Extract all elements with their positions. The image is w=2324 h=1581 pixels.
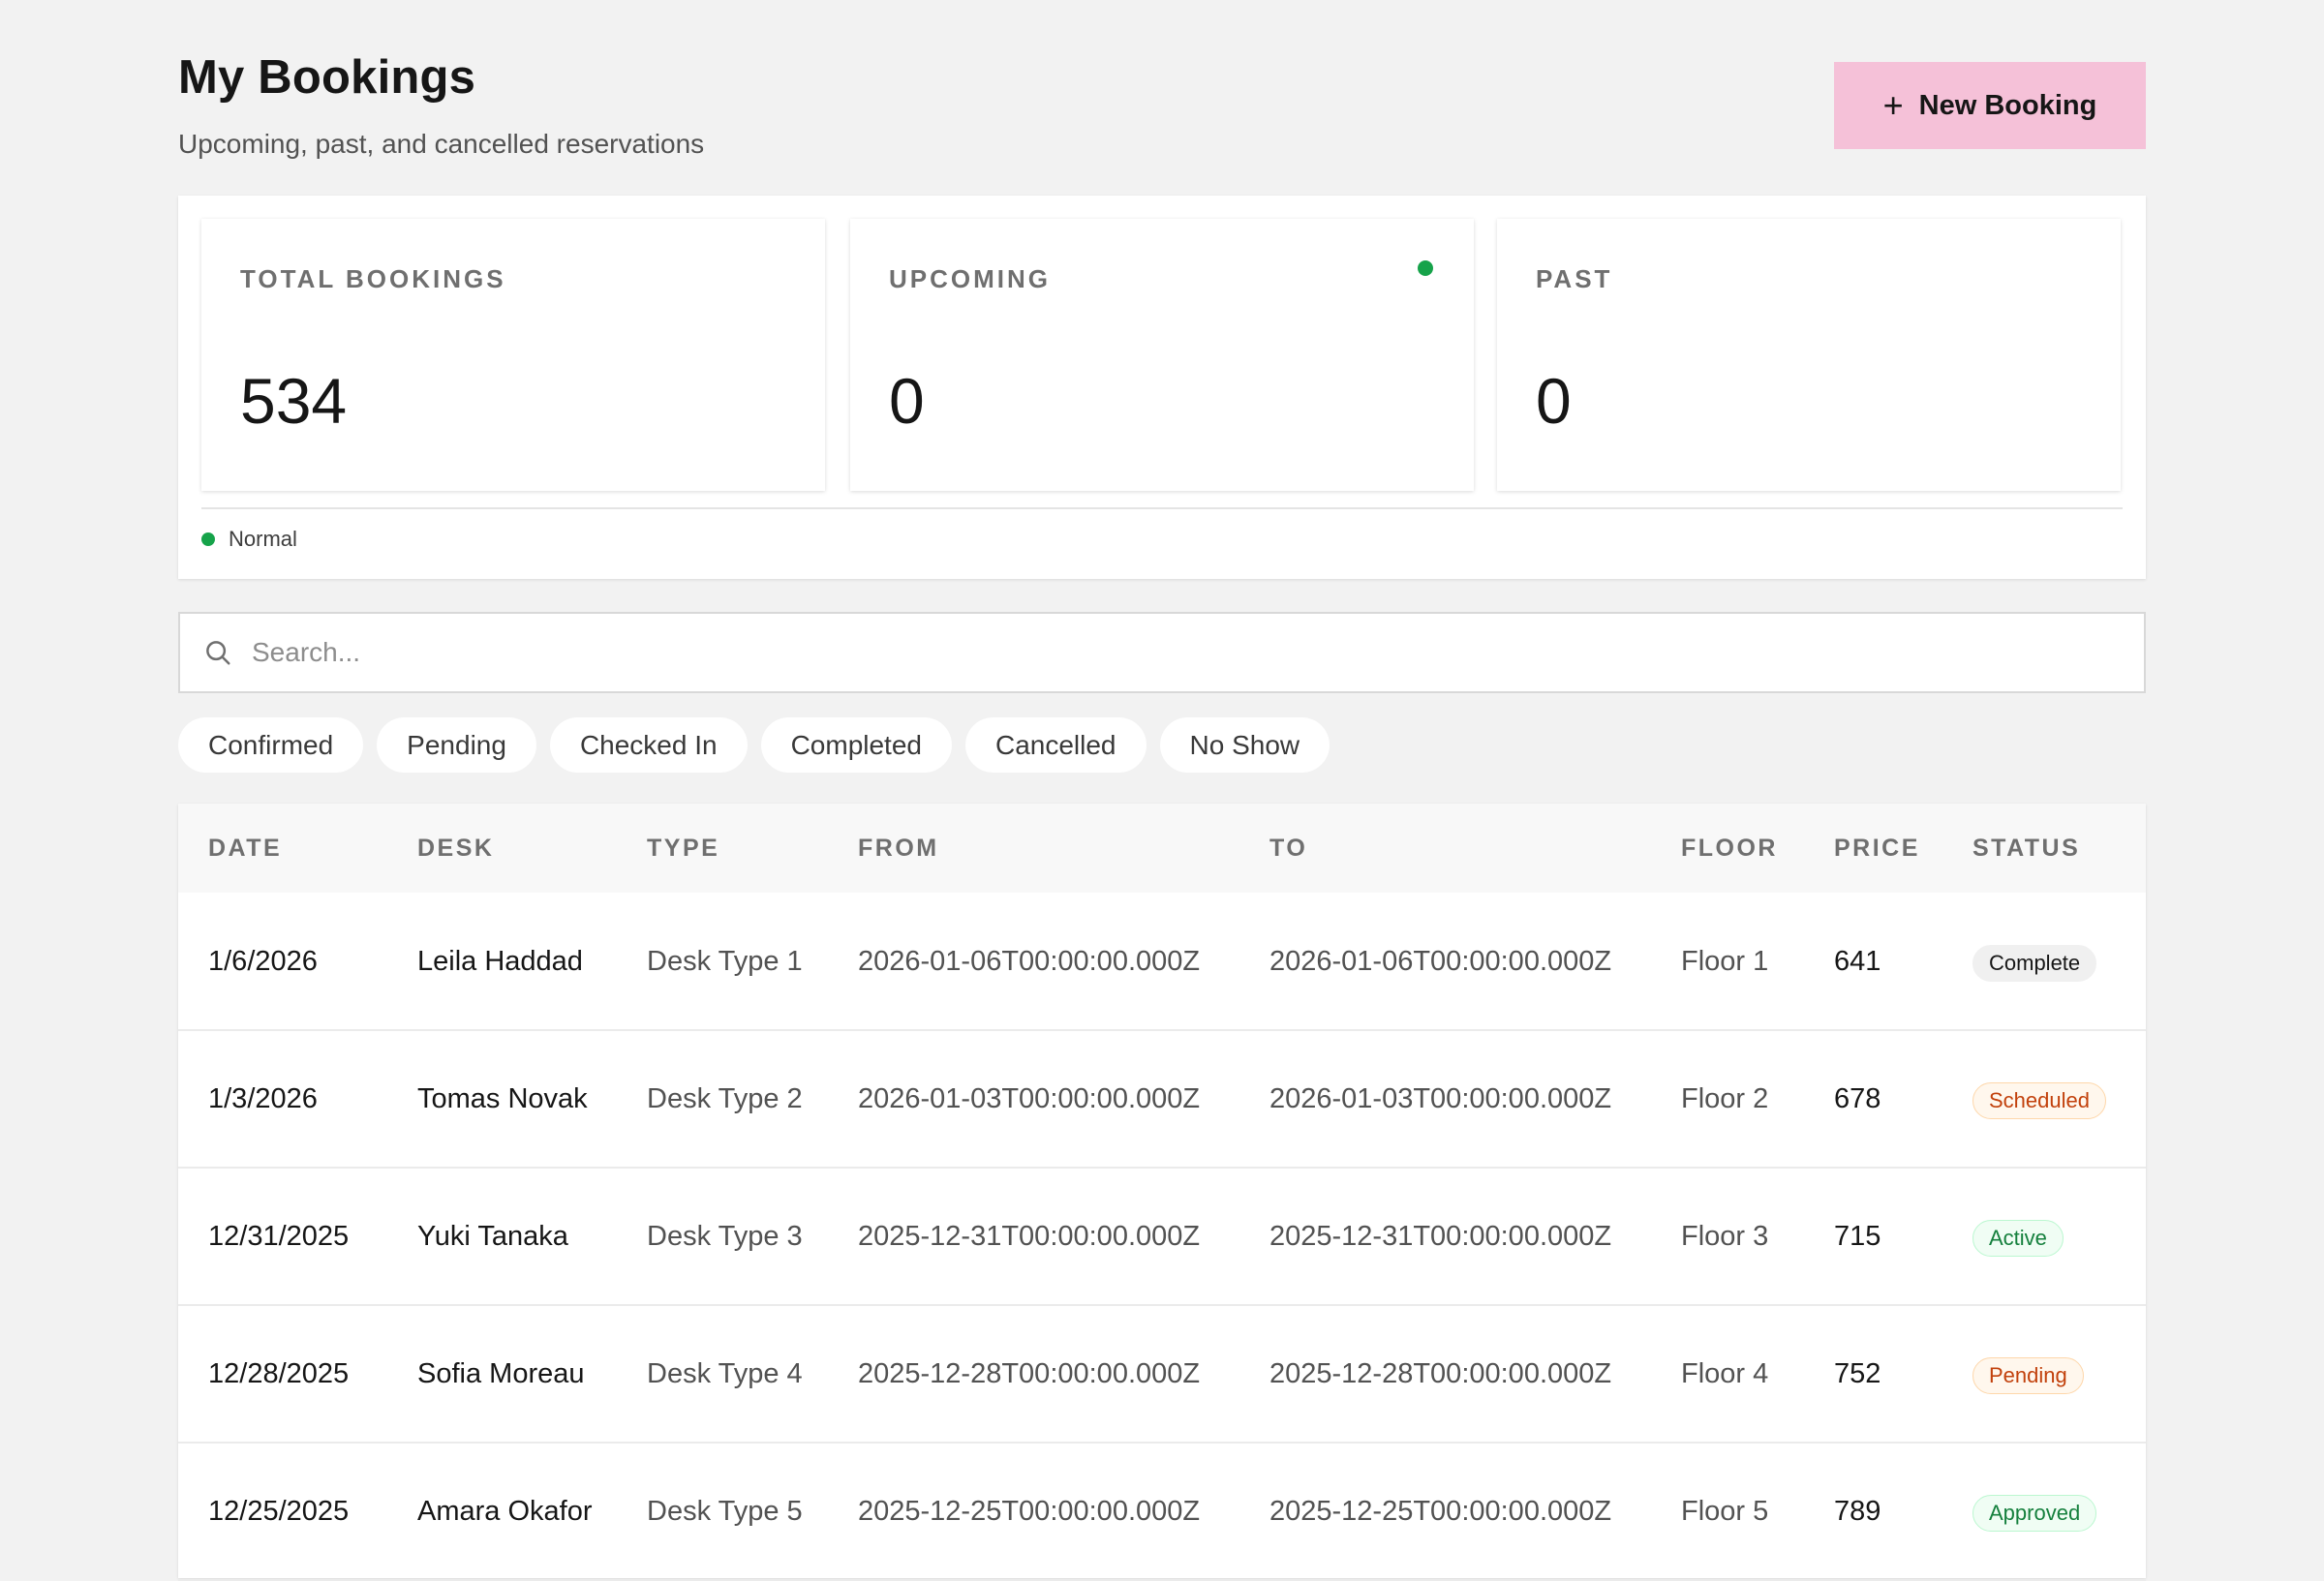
- cell-floor: Floor 4: [1681, 1358, 1769, 1389]
- column-header-floor[interactable]: FLOOR: [1651, 804, 1804, 893]
- status-badge: Pending: [1972, 1357, 2084, 1394]
- cell-from: 2026-01-03T00:00:00.000Z: [858, 1083, 1201, 1114]
- new-booking-button[interactable]: + New Booking: [1834, 62, 2146, 149]
- cell-status: Complete: [1942, 893, 2146, 1030]
- column-header-status[interactable]: STATUS: [1942, 804, 2146, 893]
- filter-chip-confirmed[interactable]: Confirmed: [178, 717, 364, 773]
- cell-to: 2025-12-28T00:00:00.000Z: [1269, 1358, 1612, 1389]
- cell-floor: Floor 5: [1681, 1496, 1769, 1527]
- column-header-date[interactable]: DATE: [178, 804, 387, 893]
- cell-floor: Floor 2: [1681, 1083, 1769, 1114]
- filter-chip-completed[interactable]: Completed: [760, 717, 952, 773]
- cell-price: 789: [1834, 1496, 1881, 1527]
- cell-date: 12/31/2025: [208, 1221, 350, 1252]
- cell-to: 2026-01-03T00:00:00.000Z: [1269, 1083, 1612, 1114]
- status-badge: Active: [1972, 1220, 2064, 1257]
- status-badge: Scheduled: [1972, 1082, 2106, 1119]
- status-dot-icon: [1418, 260, 1433, 276]
- cell-price: 641: [1834, 945, 1881, 977]
- search-icon: [201, 636, 234, 669]
- column-header-price[interactable]: PRICE: [1804, 804, 1942, 893]
- stat-card-past: PAST 0: [1497, 219, 2121, 491]
- cell-type: Desk Type 5: [647, 1496, 803, 1527]
- cell-type: Desk Type 4: [647, 1358, 803, 1389]
- cell-desk: Sofia Moreau: [417, 1358, 585, 1389]
- table-row[interactable]: 12/31/2025 Yuki Tanaka Desk Type 3 2025-…: [178, 1168, 2146, 1305]
- cell-status: Approved: [1942, 1443, 2146, 1580]
- stat-label: PAST: [1536, 264, 1613, 293]
- page-subtitle: Upcoming, past, and cancelled reservatio…: [178, 129, 705, 159]
- stat-value: 0: [1536, 365, 1572, 437]
- cell-desk: Leila Haddad: [417, 945, 583, 977]
- cell-desk: Tomas Novak: [417, 1083, 588, 1114]
- cell-status: Pending: [1942, 1305, 2146, 1443]
- table-row[interactable]: 12/28/2025 Sofia Moreau Desk Type 4 2025…: [178, 1305, 2146, 1443]
- cell-date: 12/25/2025: [208, 1496, 350, 1527]
- status-dot-icon: [201, 532, 215, 546]
- stats-panel: TOTAL BOOKINGS 534 UPCOMING 0 PAST 0 Nor…: [178, 196, 2146, 579]
- page-title: My Bookings: [178, 51, 476, 104]
- status-legend: Normal: [201, 527, 297, 552]
- column-header-desk[interactable]: DESK: [387, 804, 617, 893]
- page-header: My Bookings Upcoming, past, and cancelle…: [178, 0, 2146, 194]
- cell-floor: Floor 1: [1681, 945, 1769, 977]
- cell-price: 752: [1834, 1358, 1881, 1389]
- cell-status: Active: [1942, 1168, 2146, 1305]
- table-header-row: DATE DESK TYPE FROM TO FLOOR PRICE STATU…: [178, 804, 2146, 893]
- cell-to: 2025-12-25T00:00:00.000Z: [1269, 1496, 1612, 1527]
- stat-label: UPCOMING: [889, 264, 1051, 293]
- cell-price: 678: [1834, 1083, 1881, 1114]
- cell-date: 1/6/2026: [208, 945, 318, 977]
- status-badge: Approved: [1972, 1495, 2097, 1532]
- search-input[interactable]: [252, 637, 2144, 668]
- stat-card-total: TOTAL BOOKINGS 534: [201, 219, 825, 491]
- stats-divider: [201, 507, 2123, 509]
- cell-from: 2025-12-25T00:00:00.000Z: [858, 1496, 1201, 1527]
- stat-value: 534: [240, 365, 348, 437]
- status-badge: Complete: [1972, 944, 2097, 982]
- filter-chip-no-show[interactable]: No Show: [1159, 717, 1330, 773]
- table-row[interactable]: 1/6/2026 Leila Haddad Desk Type 1 2026-0…: [178, 893, 2146, 1030]
- filter-chip-cancelled[interactable]: Cancelled: [964, 717, 1147, 773]
- cell-from: 2025-12-28T00:00:00.000Z: [858, 1358, 1201, 1389]
- search-bar: [178, 612, 2146, 693]
- bookings-table: DATE DESK TYPE FROM TO FLOOR PRICE STATU…: [178, 804, 2146, 1580]
- cell-desk: Amara Okafor: [417, 1496, 593, 1527]
- new-booking-label: New Booking: [1918, 89, 2097, 121]
- cell-type: Desk Type 1: [647, 945, 803, 977]
- cell-date: 12/28/2025: [208, 1358, 350, 1389]
- cell-status: Scheduled: [1942, 1030, 2146, 1168]
- table-row[interactable]: 12/25/2025 Amara Okafor Desk Type 5 2025…: [178, 1443, 2146, 1580]
- column-header-to[interactable]: TO: [1239, 804, 1651, 893]
- column-header-from[interactable]: FROM: [828, 804, 1239, 893]
- status-filters: Confirmed Pending Checked In Completed C…: [178, 717, 1330, 773]
- cell-price: 715: [1834, 1221, 1881, 1252]
- filter-chip-checked-in[interactable]: Checked In: [549, 717, 748, 773]
- column-header-type[interactable]: TYPE: [617, 804, 828, 893]
- status-legend-label: Normal: [229, 527, 297, 551]
- cell-from: 2025-12-31T00:00:00.000Z: [858, 1221, 1201, 1252]
- cell-date: 1/3/2026: [208, 1083, 318, 1114]
- bookings-page: My Bookings Upcoming, past, and cancelle…: [178, 0, 2146, 1580]
- filter-chip-pending[interactable]: Pending: [377, 717, 536, 773]
- cell-type: Desk Type 3: [647, 1221, 803, 1252]
- cell-desk: Yuki Tanaka: [417, 1221, 568, 1252]
- stat-label: TOTAL BOOKINGS: [240, 264, 506, 293]
- cell-to: 2025-12-31T00:00:00.000Z: [1269, 1221, 1612, 1252]
- cell-from: 2026-01-06T00:00:00.000Z: [858, 945, 1201, 977]
- cell-type: Desk Type 2: [647, 1083, 803, 1114]
- cell-floor: Floor 3: [1681, 1221, 1769, 1252]
- cell-to: 2026-01-06T00:00:00.000Z: [1269, 945, 1612, 977]
- stat-value: 0: [889, 365, 925, 437]
- stat-card-upcoming: UPCOMING 0: [850, 219, 1474, 491]
- table-row[interactable]: 1/3/2026 Tomas Novak Desk Type 2 2026-01…: [178, 1030, 2146, 1168]
- plus-icon: +: [1882, 85, 1904, 125]
